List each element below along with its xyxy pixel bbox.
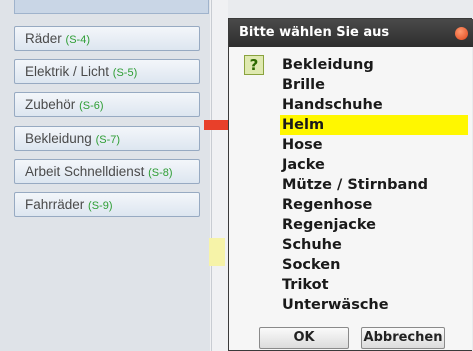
category-code: (S-8) (148, 167, 173, 179)
question-icon: ? (244, 55, 264, 75)
option-item[interactable]: Trikot (280, 275, 468, 295)
option-item[interactable]: Mütze / Stirnband (280, 175, 468, 195)
option-item[interactable]: Brille (280, 75, 468, 95)
option-item[interactable]: Unterwäsche (280, 295, 468, 315)
category-button-schnelldienst[interactable]: Arbeit Schnelldienst (S-8) (14, 159, 200, 184)
cancel-button[interactable]: Abbrechen (361, 327, 445, 349)
category-code: (S-4) (65, 34, 90, 46)
category-button-zubehoer[interactable]: Zubehör (S-6) (14, 92, 200, 117)
ok-button[interactable]: OK (259, 327, 349, 349)
option-item-selected[interactable]: Helm (280, 115, 468, 135)
option-list: Bekleidung Brille Handschuhe Helm Hose J… (280, 55, 468, 315)
option-item[interactable]: Hose (280, 135, 468, 155)
category-button-elektrik[interactable]: Elektrik / Licht (S-5) (14, 59, 200, 84)
option-item[interactable]: Regenhose (280, 195, 468, 215)
option-item[interactable]: Handschuhe (280, 95, 468, 115)
option-item[interactable]: Socken (280, 255, 468, 275)
close-icon[interactable] (455, 27, 468, 40)
category-code: (S-7) (95, 134, 121, 146)
selection-dialog: Bitte wählen Sie aus ? Bekleidung Brille… (228, 18, 473, 351)
category-code: (S-9) (88, 200, 113, 212)
category-label: Arbeit Schnelldienst (25, 164, 145, 179)
dialog-title: Bitte wählen Sie aus (239, 25, 390, 40)
option-item[interactable]: Regenjacke (280, 215, 468, 235)
category-label: Elektrik / Licht (25, 64, 110, 79)
category-label: Räder (25, 31, 62, 46)
category-label: Fahrräder (25, 197, 85, 212)
divider (211, 0, 212, 351)
option-item[interactable]: Bekleidung (280, 55, 468, 75)
partial-category-button[interactable] (14, 0, 209, 14)
category-code: (S-5) (112, 67, 138, 79)
option-item[interactable]: Jacke (280, 155, 468, 175)
dialog-title-bar[interactable]: Bitte wählen Sie aus (229, 19, 473, 47)
category-button-fahrraeder[interactable]: Fahrräder (S-9) (14, 192, 200, 217)
category-code: (S-6) (79, 100, 104, 112)
background-highlight (209, 238, 225, 266)
category-label: Zubehör (25, 97, 76, 112)
category-button-bekleidung[interactable]: Bekleidung (S-7) (14, 126, 200, 151)
background-content (210, 0, 228, 351)
option-item[interactable]: Schuhe (280, 235, 468, 255)
category-button-raeder[interactable]: Räder (S-4) (14, 26, 200, 51)
category-label: Bekleidung (25, 131, 92, 146)
